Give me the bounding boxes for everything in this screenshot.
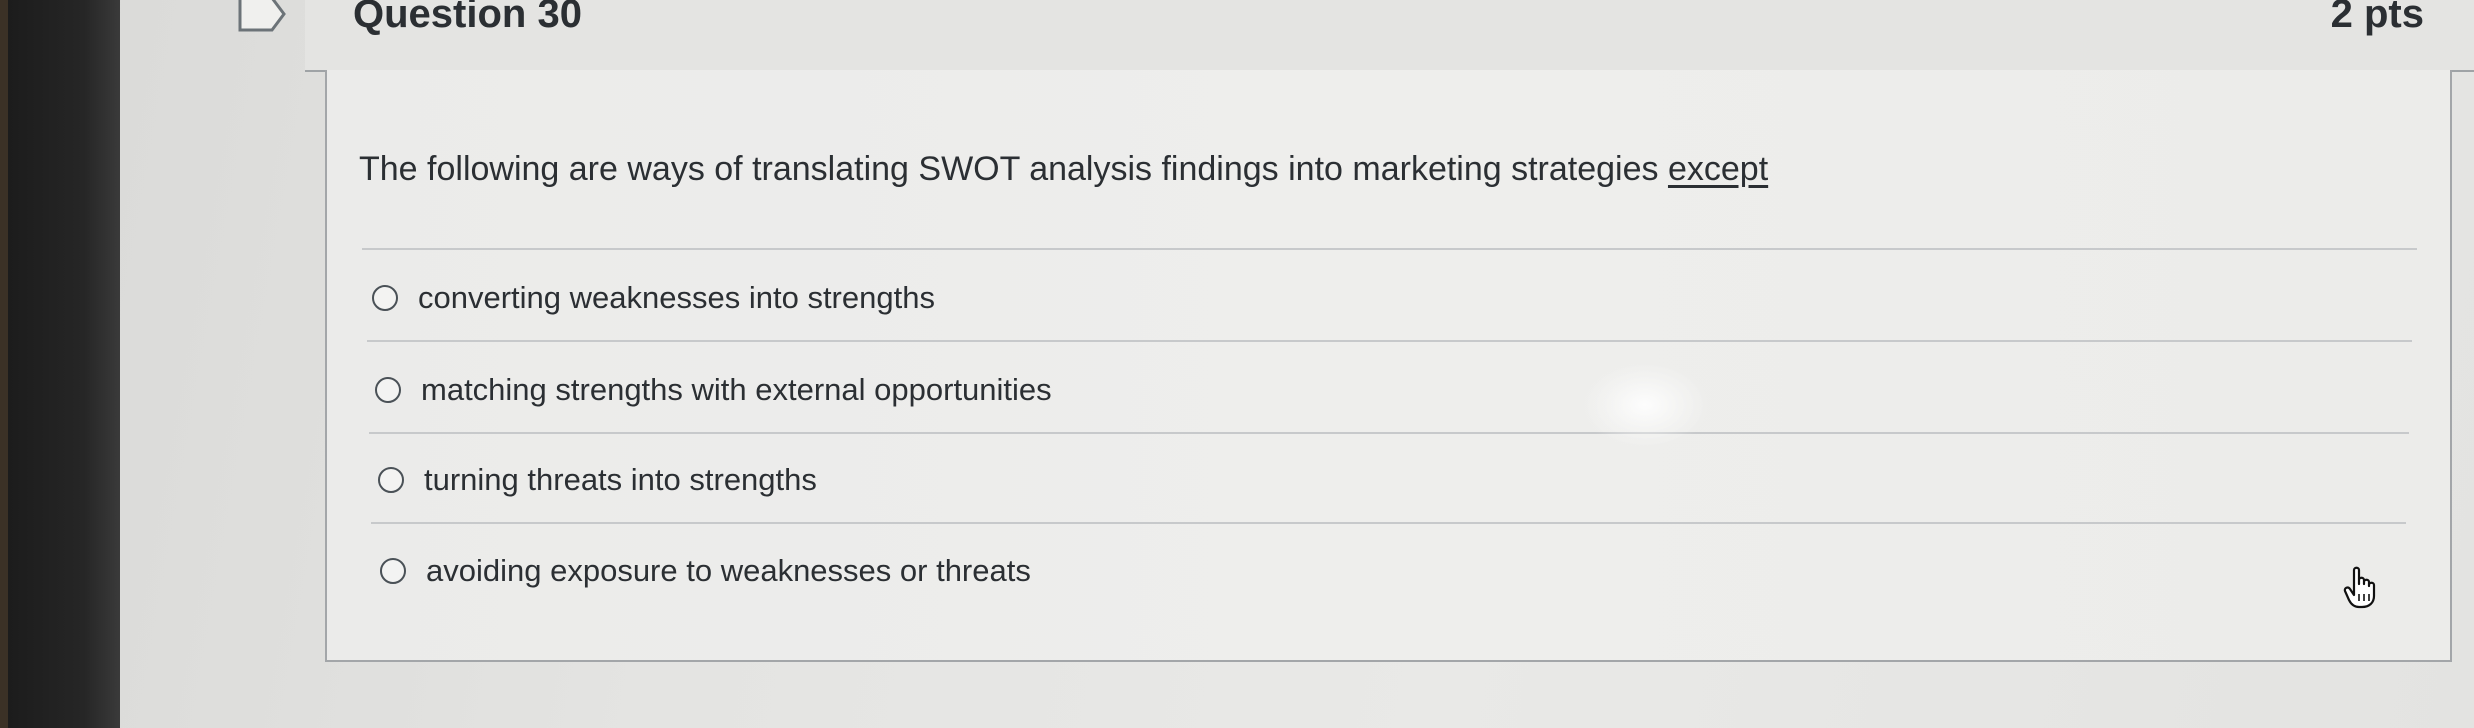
answer-label[interactable]: avoiding exposure to weaknesses or threa…	[426, 553, 1031, 589]
radio-button[interactable]	[380, 558, 406, 584]
radio-button[interactable]	[372, 285, 398, 311]
question-prompt-emphasis: except	[1667, 150, 1769, 188]
monitor-bezel	[0, 0, 120, 728]
answer-option-4[interactable]: avoiding exposure to weaknesses or threa…	[380, 549, 1031, 593]
answer-label[interactable]: converting weaknesses into strengths	[418, 280, 935, 316]
screen-glare	[1580, 360, 1710, 450]
answer-divider	[367, 340, 2412, 342]
question-body: The following are ways of translating SW…	[325, 70, 2452, 662]
prompt-divider	[362, 248, 2417, 250]
radio-button[interactable]	[375, 377, 401, 403]
radio-button[interactable]	[378, 467, 404, 493]
monitor-edge	[0, 0, 8, 728]
question-prompt: The following are ways of translating SW…	[359, 150, 1768, 189]
answer-option-2[interactable]: matching strengths with external opportu…	[375, 368, 1052, 412]
answer-option-1[interactable]: converting weaknesses into strengths	[372, 276, 935, 320]
question-title: Question 30	[353, 0, 582, 36]
question-prompt-text: The following are ways of translating SW…	[359, 150, 1668, 188]
answer-label[interactable]: matching strengths with external opportu…	[421, 372, 1052, 408]
hand-pointer-icon	[2342, 566, 2382, 610]
answer-divider	[369, 432, 2409, 434]
answer-divider	[371, 522, 2406, 524]
question-points: 2 pts	[2330, 0, 2424, 36]
question-header: Question 30 2 pts	[305, 0, 2474, 72]
answer-option-3[interactable]: turning threats into strengths	[378, 458, 817, 502]
flag-question-icon[interactable]	[238, 0, 286, 36]
answer-label[interactable]: turning threats into strengths	[424, 462, 817, 498]
